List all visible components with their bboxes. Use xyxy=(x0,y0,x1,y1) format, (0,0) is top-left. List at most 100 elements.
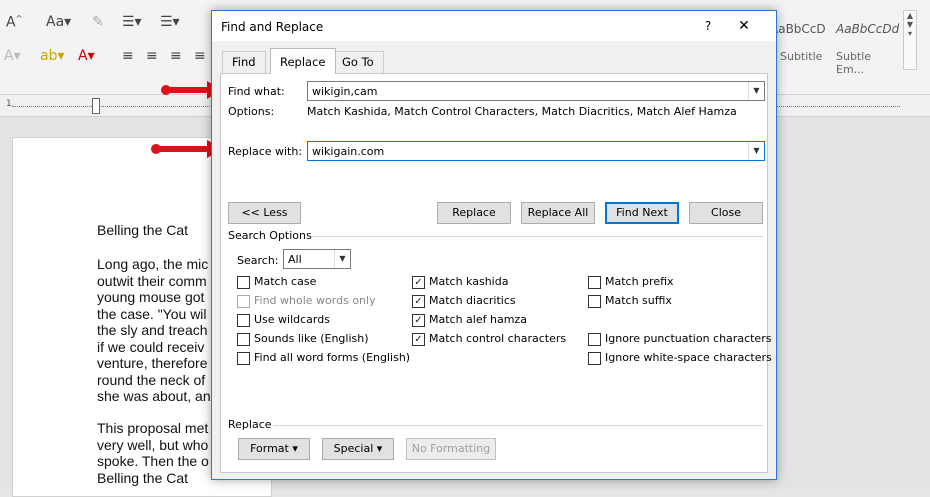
checkbox-box[interactable] xyxy=(588,352,601,365)
document-line[interactable]: spoke. Then the o xyxy=(97,453,209,470)
option-checkbox[interactable]: Match case xyxy=(237,275,437,291)
bullets-icon[interactable]: ☰▾ xyxy=(122,14,142,30)
align-center-icon[interactable]: ≡ xyxy=(146,48,158,64)
styles-scroll[interactable]: ▲ ▼ ▾ xyxy=(903,10,917,70)
chevron-down-icon[interactable]: ▼ xyxy=(748,82,764,100)
style-name[interactable]: Subtle Em... xyxy=(836,50,900,76)
option-label: Match prefix xyxy=(605,275,674,288)
option-checkbox: Find whole words only xyxy=(237,294,437,310)
search-direction-select[interactable]: All ▼ xyxy=(283,249,351,269)
option-checkbox[interactable]: ✓ Match diacritics xyxy=(412,294,612,310)
checkmark-icon[interactable]: ✓ xyxy=(412,295,425,308)
checkbox-box[interactable] xyxy=(237,314,250,327)
divider xyxy=(273,425,763,426)
checkbox-box[interactable] xyxy=(588,333,601,346)
replace-button[interactable]: Replace xyxy=(437,202,511,224)
search-options-label: Search Options xyxy=(228,229,312,242)
red-arrow-replace xyxy=(151,140,223,158)
checkmark-icon[interactable]: ✓ xyxy=(412,276,425,289)
checkbox-box xyxy=(237,295,250,308)
option-label: Ignore white-space characters xyxy=(605,351,772,364)
document-line[interactable]: Belling the Cat xyxy=(97,222,188,239)
document-line[interactable]: round the neck of xyxy=(97,372,205,389)
option-checkbox[interactable]: ✓ Match alef hamza xyxy=(412,313,612,329)
document-line[interactable]: if we could receiv xyxy=(97,339,204,356)
arrow-dot xyxy=(151,144,161,154)
style-preview[interactable]: AaBbCcD xyxy=(770,22,826,36)
option-label: Use wildcards xyxy=(254,313,330,326)
clear-formatting-icon[interactable]: ✎ xyxy=(92,14,104,30)
option-checkbox[interactable]: Match suffix xyxy=(588,294,788,310)
close-button[interactable]: Close xyxy=(689,202,763,224)
tab-replace[interactable]: Replace xyxy=(270,48,336,74)
chevron-down-icon[interactable]: ▼ xyxy=(334,250,350,268)
caret-down-icon: ▾ xyxy=(376,442,383,455)
option-label: Match control characters xyxy=(429,332,567,345)
chevron-down-icon[interactable]: ▼ xyxy=(748,142,764,160)
less-button[interactable]: << Less xyxy=(228,202,301,224)
caret-down-icon: ▾ xyxy=(292,442,298,455)
document-line[interactable]: This proposal met xyxy=(97,420,208,437)
replace-with-input[interactable]: wikigain.com ▼ xyxy=(307,141,765,161)
checkbox-box[interactable] xyxy=(237,333,250,346)
document-line[interactable]: very well, but who xyxy=(97,437,208,454)
tab-label: Replace xyxy=(280,55,326,69)
option-label: Match alef hamza xyxy=(429,313,527,326)
tab-label: Find xyxy=(232,55,256,69)
checkbox-box[interactable] xyxy=(588,276,601,289)
checkmark-icon[interactable]: ✓ xyxy=(412,314,425,327)
search-direction-value: All xyxy=(288,253,302,266)
highlight-icon[interactable]: ab▾ xyxy=(40,48,65,64)
font-size-grow-icon[interactable]: A^ xyxy=(6,14,22,31)
option-checkbox[interactable]: Sounds like (English) xyxy=(237,332,437,348)
search-label: Search: xyxy=(237,254,279,267)
close-icon[interactable]: ✕ xyxy=(730,16,758,36)
option-checkbox[interactable]: Match prefix xyxy=(588,275,788,291)
option-label: Ignore punctuation characters xyxy=(605,332,772,345)
change-case-icon[interactable]: Aa▾ xyxy=(46,14,71,30)
format-button[interactable]: Format ▾ xyxy=(238,438,310,460)
document-line[interactable]: Long ago, the mic xyxy=(97,256,208,273)
replace-all-button[interactable]: Replace All xyxy=(521,202,595,224)
document-line[interactable]: the case. "You wil xyxy=(97,306,207,323)
document-line[interactable]: outwit their comm xyxy=(97,273,207,290)
option-checkbox[interactable]: Ignore white-space characters xyxy=(588,351,788,367)
dialog-titlebar[interactable]: Find and Replace ? ✕ xyxy=(212,11,776,41)
align-left-icon[interactable]: ≡ xyxy=(122,48,134,64)
document-line[interactable]: she was about, an xyxy=(97,388,211,405)
find-what-input[interactable]: wikigin,cam ▼ xyxy=(307,81,765,101)
option-checkbox[interactable]: ✓ Match kashida xyxy=(412,275,612,291)
no-formatting-button[interactable]: No Formatting xyxy=(406,438,496,460)
indent-marker[interactable] xyxy=(92,98,100,114)
options-label: Options: xyxy=(228,105,275,118)
option-checkbox[interactable]: Ignore punctuation characters xyxy=(588,332,788,348)
option-checkbox[interactable]: ✓ Match control characters xyxy=(412,332,612,348)
document-line[interactable]: venture, therefore xyxy=(97,355,208,372)
style-name[interactable]: Subtitle xyxy=(780,50,822,63)
option-label: Match kashida xyxy=(429,275,509,288)
find-next-button[interactable]: Find Next xyxy=(605,202,679,224)
align-right-icon[interactable]: ≡ xyxy=(170,48,182,64)
option-checkbox[interactable]: Use wildcards xyxy=(237,313,437,329)
special-button[interactable]: Special ▾ xyxy=(322,438,394,460)
numbering-icon[interactable]: ☰▾ xyxy=(160,14,180,30)
document-line[interactable]: young mouse got xyxy=(97,289,204,306)
checkbox-box[interactable] xyxy=(237,276,250,289)
document-line[interactable]: Belling the Cat xyxy=(97,470,188,487)
replace-section-label: Replace xyxy=(228,418,272,431)
checkmark-icon[interactable]: ✓ xyxy=(412,333,425,346)
help-button[interactable]: ? xyxy=(698,17,718,35)
justify-icon[interactable]: ≡ xyxy=(194,48,206,64)
option-checkbox[interactable]: Find all word forms (English) xyxy=(237,351,437,367)
divider xyxy=(311,236,763,237)
tab-goto[interactable]: Go To xyxy=(332,51,384,73)
font-color-icon[interactable]: A▾ xyxy=(78,48,95,64)
option-label: Sounds like (English) xyxy=(254,332,369,345)
option-label: Match case xyxy=(254,275,317,288)
checkbox-box[interactable] xyxy=(237,352,250,365)
checkbox-box[interactable] xyxy=(588,295,601,308)
text-effects-icon[interactable]: A▾ xyxy=(4,48,21,64)
document-line[interactable]: the sly and treach xyxy=(97,322,208,339)
style-preview[interactable]: AaBbCcDd xyxy=(836,22,899,36)
tab-find[interactable]: Find xyxy=(222,51,266,73)
